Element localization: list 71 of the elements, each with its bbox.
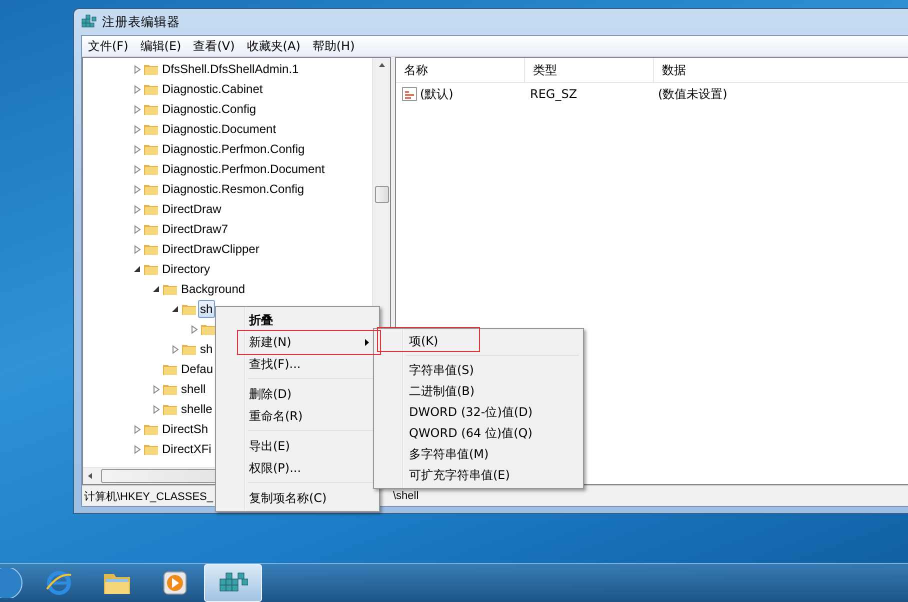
expanded-arrow-icon[interactable] <box>171 305 179 313</box>
menu-item[interactable]: 重命名(R) <box>218 405 377 427</box>
tree-item[interactable]: sh <box>198 300 215 318</box>
column-header[interactable]: 类型 <box>525 58 654 82</box>
browser-e-icon[interactable] <box>45 569 73 597</box>
menu-bar-item[interactable]: 收藏夹(A) <box>240 38 306 54</box>
menu-item[interactable]: 可扩充字符串值(E) <box>376 465 581 486</box>
collapsed-arrow-icon[interactable] <box>172 344 178 354</box>
column-header[interactable]: 名称 <box>396 58 525 82</box>
collapsed-arrow-icon[interactable] <box>134 204 140 214</box>
tree-item[interactable]: DirectXFi <box>160 440 214 458</box>
cubes-icon <box>81 14 97 30</box>
collapsed-arrow-icon[interactable] <box>134 84 140 94</box>
menu-bar-item[interactable]: 查看(V) <box>187 38 241 54</box>
menu-item[interactable]: 权限(P)... <box>218 457 377 479</box>
tree-item[interactable]: shell <box>179 380 208 398</box>
menu-item[interactable]: 二进制值(B) <box>376 381 581 402</box>
collapsed-arrow-icon[interactable] <box>134 64 140 74</box>
value-name: (默认) <box>420 86 454 102</box>
collapsed-arrow-icon[interactable] <box>152 404 160 414</box>
collapsed-arrow-icon[interactable] <box>134 144 140 154</box>
window-title: 注册表编辑器 <box>102 14 180 30</box>
tree-item[interactable]: Directory <box>160 260 212 278</box>
menu-item[interactable]: 字符串值(S) <box>376 360 581 381</box>
tree-item[interactable]: DirectDraw7 <box>160 220 230 238</box>
value-data: (数值未设置) <box>657 86 728 102</box>
collapsed-arrow-icon[interactable] <box>134 184 140 194</box>
tree-item[interactable]: Diagnostic.Cabinet <box>160 80 265 98</box>
menu-item[interactable]: QWORD (64 位)值(Q) <box>376 423 581 444</box>
collapsed-arrow-icon[interactable] <box>134 164 140 174</box>
value-type: REG_SZ <box>529 87 578 101</box>
tree-item[interactable]: Diagnostic.Document <box>160 120 278 138</box>
menu-item[interactable]: 折叠 <box>218 309 377 331</box>
collapsed-arrow-icon[interactable] <box>134 124 140 134</box>
menu-item[interactable]: 导出(E) <box>218 435 377 457</box>
tree-item[interactable]: Diagnostic.Config <box>160 100 258 118</box>
collapsed-arrow-icon[interactable] <box>152 384 160 394</box>
tree-item[interactable]: DirectSh <box>160 420 210 438</box>
tree-item[interactable]: Diagnostic.Resmon.Config <box>160 180 306 198</box>
tree-item[interactable]: DfsShell.DfsShellAdmin.1 <box>160 60 301 78</box>
menu-item[interactable]: 查找(F)... <box>218 353 377 375</box>
tree-item[interactable]: Background <box>179 280 248 298</box>
collapsed-arrow-icon[interactable] <box>134 224 140 234</box>
tree-item[interactable]: DirectDraw <box>160 200 224 218</box>
tree-item[interactable]: shelle <box>179 400 214 418</box>
collapsed-arrow-icon[interactable] <box>134 444 140 454</box>
collapsed-arrow-icon[interactable] <box>134 104 140 114</box>
menu-bar-item[interactable]: 帮助(H) <box>306 38 361 54</box>
menu-bar-item[interactable]: 编辑(E) <box>134 38 188 54</box>
menu-item[interactable]: DWORD (32-位)值(D) <box>376 402 581 423</box>
tree-item[interactable]: sh <box>198 340 215 358</box>
tree-item[interactable]: DirectDrawClipper <box>160 240 262 258</box>
taskbar-button[interactable] <box>204 564 262 602</box>
menu-item[interactable]: 删除(D) <box>218 383 377 405</box>
expanded-arrow-icon[interactable] <box>133 265 141 273</box>
tree-item[interactable]: Diagnostic.Perfmon.Config <box>160 140 307 158</box>
menu-item[interactable]: 复制项名称(C) <box>218 487 377 509</box>
collapsed-arrow-icon[interactable] <box>134 244 140 254</box>
column-header[interactable]: 数据 <box>654 58 908 82</box>
status-path: 计算机\HKEY_CLASSES_ <box>84 490 213 504</box>
collapsed-arrow-icon[interactable] <box>190 324 198 334</box>
play-icon[interactable] <box>162 570 188 596</box>
status-path: \shell <box>393 490 419 502</box>
collapsed-arrow-icon[interactable] <box>134 424 140 434</box>
tree-item[interactable]: Defau <box>179 360 216 378</box>
expanded-arrow-icon[interactable] <box>152 285 160 293</box>
menu-bar-item[interactable]: 文件(F) <box>82 38 134 54</box>
tree-item[interactable]: Diagnostic.Perfmon.Document <box>160 160 327 178</box>
menu-item[interactable]: 多字符串值(M) <box>376 444 581 465</box>
scrollbar-thumb[interactable] <box>374 186 388 203</box>
string-value-icon <box>402 86 418 102</box>
